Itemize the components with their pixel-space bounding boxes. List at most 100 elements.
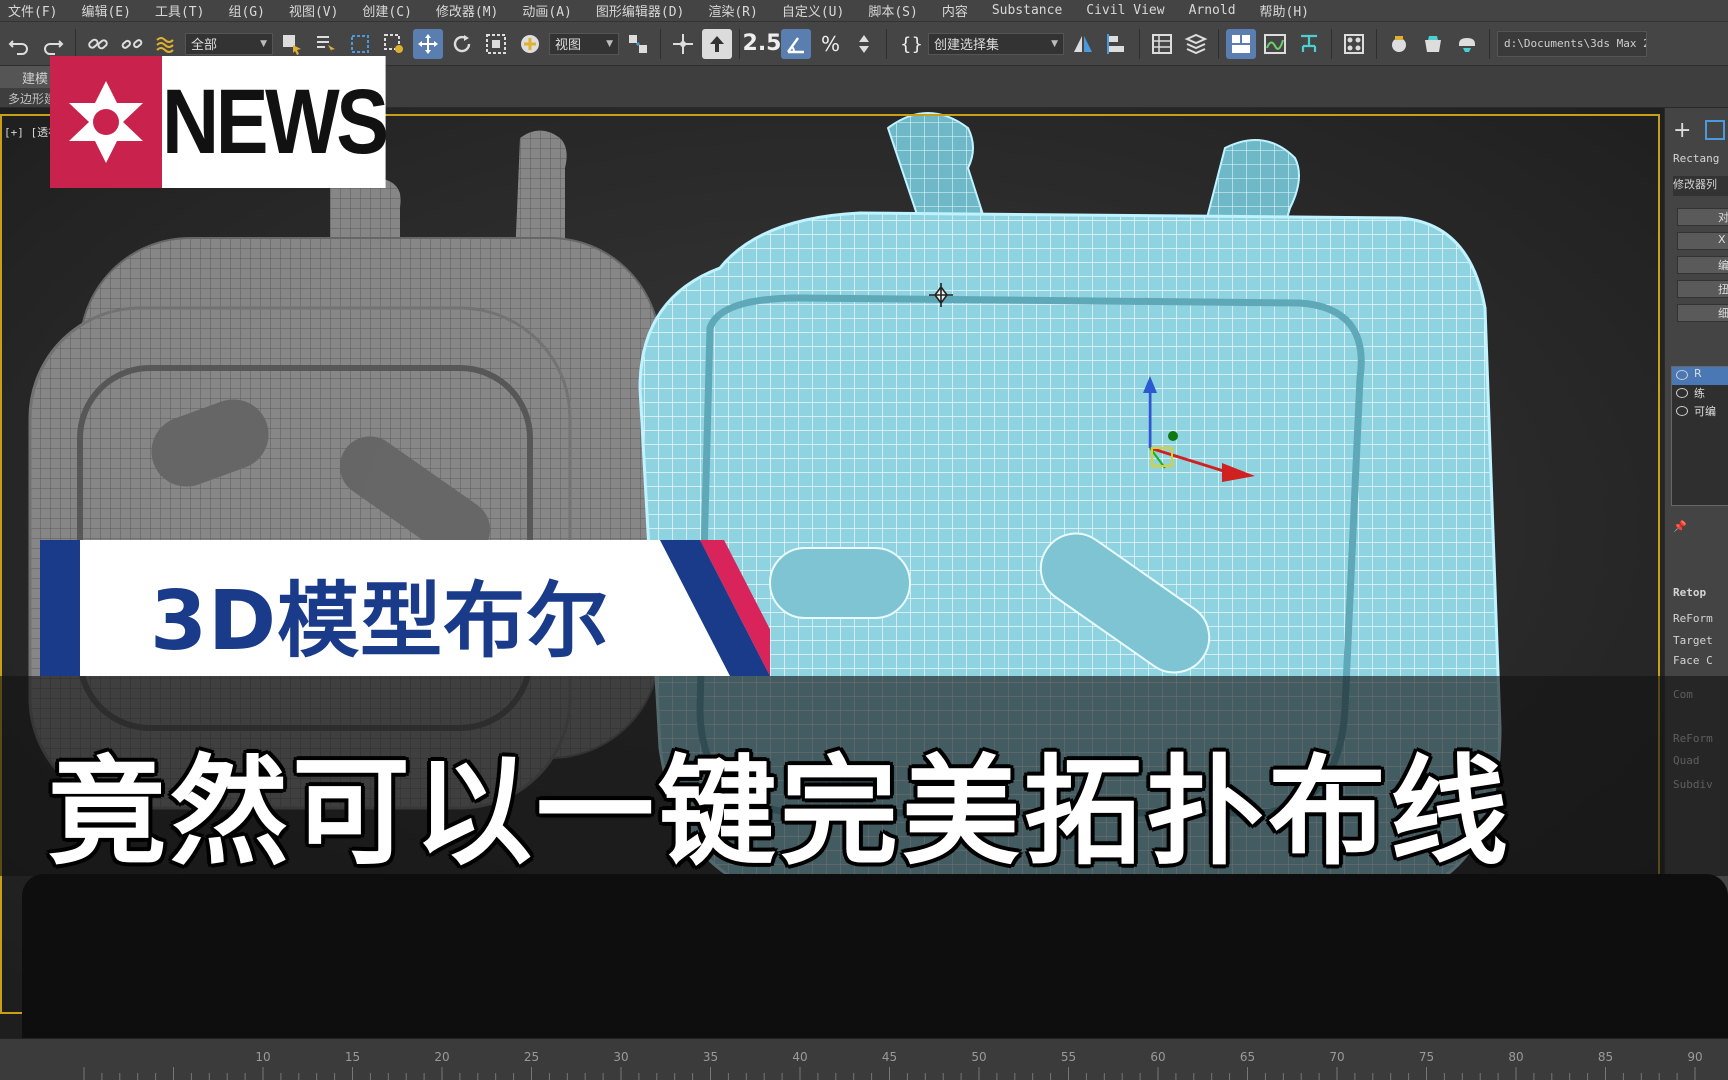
menu-item-12[interactable]: 内容 [934,1,984,20]
modifier-button-4[interactable]: 细 [1677,304,1728,322]
snap-level-label: 2.5 [742,31,782,56]
object-name-field[interactable]: Rectang [1673,152,1719,172]
percent-snap-icon[interactable]: % [815,29,845,59]
timeline-tick-label: 40 [792,1050,807,1064]
named-selection-dropdown[interactable]: 创建选择集 ▼ [928,32,1064,55]
layer-explorer-icon[interactable] [1181,29,1211,59]
select-by-name-icon[interactable] [311,29,341,59]
timeline-tick-label: 35 [703,1050,718,1064]
svg-text:{}: {} [900,34,921,55]
undo-icon[interactable] [4,29,34,59]
timeline-tick-label: 25 [524,1050,539,1064]
render-production-icon[interactable] [1452,29,1482,59]
menu-item-10[interactable]: 自定义(U) [774,1,860,20]
toolbar-divider [660,28,661,59]
news-logo: NEWS [50,56,422,188]
schematic-view-icon[interactable] [1294,29,1324,59]
link-icon[interactable] [83,29,113,59]
timeline-tick-label: 90 [1687,1050,1702,1064]
menu-item-7[interactable]: 动画(A) [514,1,587,20]
menu-item-1[interactable]: 编辑(E) [73,1,146,20]
menu-item-3[interactable]: 组(G) [220,1,280,20]
timeline-tick-label: 15 [345,1050,360,1064]
placement-icon[interactable] [515,29,545,59]
menu-item-15[interactable]: Arnold [1181,3,1252,18]
menu-item-2[interactable]: 工具(T) [147,1,220,20]
angle-snap-icon[interactable] [781,28,811,59]
reference-coord-dropdown[interactable]: 视图 ▼ [549,32,619,55]
snap-toggle-icon[interactable]: 2.5 [743,29,782,59]
modifier-button-2[interactable]: 编辑 [1677,256,1728,274]
timeline[interactable]: 10 15 20 25 30 35 40 45 50 55 60 65 70 75 80 85 90 [0,1038,1728,1080]
toolbar-divider [1331,28,1332,59]
menu-item-13[interactable]: Substance [984,3,1078,18]
unlink-icon[interactable] [117,29,147,59]
select-object-icon[interactable] [277,29,307,59]
modifier-button-0[interactable]: 对 [1677,208,1728,226]
menu-item-5[interactable]: 创建(C) [354,1,427,20]
eye-icon[interactable] [1676,406,1688,416]
scene-explorer-icon[interactable] [1147,29,1177,59]
timeline-tick-label: 10 [255,1050,270,1064]
chevron-down-icon: ▼ [260,38,267,49]
stack-item[interactable]: R [1672,367,1728,385]
rollout-title[interactable]: Retop [1673,586,1706,606]
modify-tab-icon[interactable] [1705,120,1725,140]
pivot-center-icon[interactable] [623,29,653,59]
material-editor-icon[interactable] [1339,29,1369,59]
timeline-tick-label: 45 [882,1050,897,1064]
toolbar-divider [1376,28,1377,59]
rollout-row-1[interactable]: Target [1673,634,1713,654]
redo-icon[interactable] [38,29,68,59]
mirror-icon[interactable] [1068,29,1098,59]
menu-item-6[interactable]: 修改器(M) [428,1,514,20]
pin-stack-icon[interactable]: 📌 [1673,520,1687,540]
spinner-snap-icon[interactable] [849,29,879,59]
move-icon[interactable] [413,28,443,59]
ribbon-toggle-icon[interactable] [1226,28,1256,59]
bind-spacewarp-icon[interactable] [151,29,181,59]
menu-item-0[interactable]: 文件(F) [0,1,73,20]
eye-icon[interactable] [1676,388,1688,398]
toolbar-divider [739,28,740,59]
menu-item-8[interactable]: 图形编辑器(D) [588,1,700,20]
stack-item[interactable]: 可编 [1672,403,1728,421]
rendered-frame-icon[interactable] [1418,29,1448,59]
menu-item-4[interactable]: 视图(V) [281,1,354,20]
menu-item-9[interactable]: 渲染(R) [700,1,773,20]
keyboard-shortcut-icon[interactable] [702,28,732,59]
select-manipulate-icon[interactable] [668,29,698,59]
banner-title: 3D模型布尔 [150,574,610,669]
create-tab-icon[interactable]: + [1673,118,1691,143]
news-logo-text: NEWS [162,56,389,188]
stack-item[interactable]: 练 [1672,385,1728,403]
rollout-row-2[interactable]: Face C [1673,654,1713,674]
project-path-field[interactable]: d:\Documents\3ds Max 20 [1497,30,1647,57]
stack-item-label: 可编 [1694,405,1716,418]
align-icon[interactable] [1102,29,1132,59]
selection-filter-dropdown[interactable]: 全部 ▼ [185,32,273,55]
rotate-icon[interactable] [447,29,477,59]
timeline-ruler: 10 15 20 25 30 35 40 45 50 55 60 65 70 75 80 85 90 [83,1050,1703,1080]
rollout-row-0[interactable]: ReForm [1673,612,1713,632]
stack-item-label: R [1694,367,1702,380]
render-setup-icon[interactable] [1384,29,1414,59]
window-crossing-icon[interactable] [379,29,409,59]
timeline-tick-label: 50 [971,1050,986,1064]
timeline-tick-label: 30 [613,1050,628,1064]
menu-item-14[interactable]: Civil View [1078,3,1180,18]
scale-icon[interactable] [481,29,511,59]
modifier-button-3[interactable]: 扭 [1677,280,1728,298]
svg-text:%: % [821,32,840,56]
curve-editor-icon[interactable] [1260,29,1290,59]
modifier-list-dropdown[interactable]: 修改器列 [1673,176,1728,196]
menu-item-16[interactable]: 帮助(H) [1252,1,1325,20]
menu-item-11[interactable]: 脚本(S) [860,1,933,20]
reference-coord-value: 视图 [555,38,582,53]
modifier-button-1[interactable]: X 3 [1677,232,1728,250]
rect-selection-icon[interactable] [345,29,375,59]
timeline-tick-label: 65 [1240,1050,1255,1064]
edit-named-selection-icon[interactable]: {} [894,29,924,59]
eye-icon[interactable] [1676,370,1688,380]
toolbar-divider [1218,28,1219,59]
